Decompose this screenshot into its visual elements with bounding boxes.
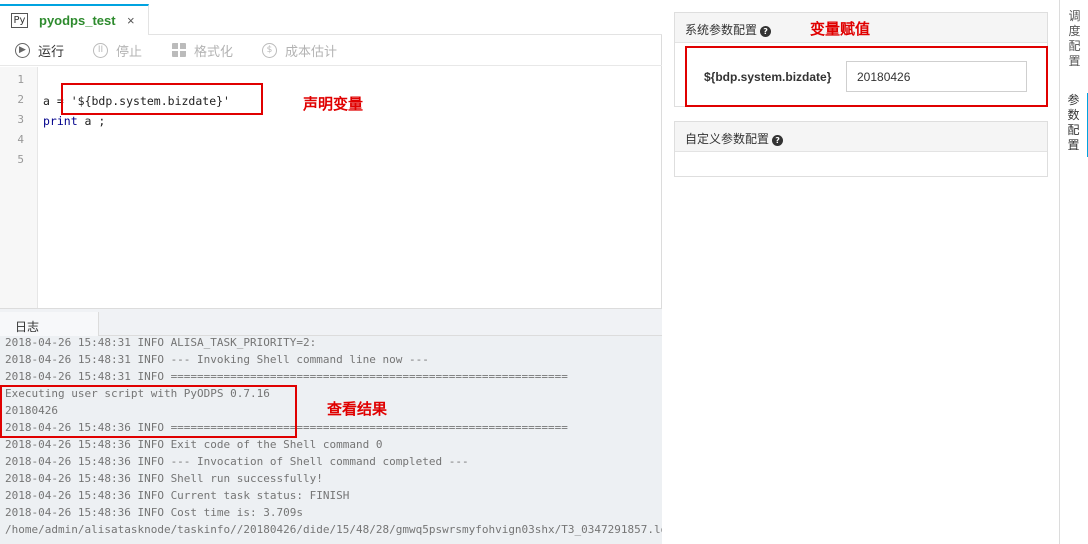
log-line: 2018-04-26 15:48:36 INFO Exit code of th… bbox=[5, 438, 383, 451]
line-number: 4 bbox=[17, 133, 24, 146]
code-variable: a bbox=[43, 94, 50, 108]
log-line: 2018-04-26 15:48:36 INFO --- Invocation … bbox=[5, 455, 469, 468]
stop-button[interactable]: II 停止 bbox=[93, 41, 142, 59]
line-number-gutter: 1 2 3 4 5 bbox=[0, 67, 38, 308]
tab-schedule-config[interactable]: 调度配置 bbox=[1060, 9, 1088, 73]
pause-icon: II bbox=[93, 42, 108, 58]
currency-icon: $ bbox=[262, 42, 277, 58]
custom-params-card: 自定义参数配置? bbox=[674, 121, 1048, 177]
run-label: 运行 bbox=[38, 43, 65, 59]
file-tab-title: pyodps_test bbox=[39, 13, 116, 28]
tab-param-config[interactable]: 参数配置 bbox=[1060, 93, 1088, 157]
log-line: 2018-04-26 15:48:31 INFO ALISA_TASK_PRIO… bbox=[5, 336, 317, 349]
line-number: 5 bbox=[17, 153, 24, 166]
log-line: /home/admin/alisatasknode/taskinfo//2018… bbox=[5, 523, 662, 536]
log-line: 2018-04-26 15:48:36 INFO Shell run succe… bbox=[5, 472, 323, 485]
editor-toolbar: ▶ 运行 II 停止 格式化 $ 成本估计 bbox=[0, 35, 662, 66]
help-icon[interactable]: ? bbox=[760, 26, 772, 37]
log-tabbar: 日志 bbox=[0, 308, 662, 337]
format-button[interactable]: 格式化 bbox=[172, 41, 233, 59]
play-icon: ▶ bbox=[15, 42, 30, 58]
assign-highlight-box bbox=[685, 46, 1048, 107]
line-number: 3 bbox=[17, 113, 24, 126]
close-icon[interactable]: × bbox=[127, 13, 135, 28]
python-file-icon: Py bbox=[11, 13, 28, 28]
result-highlight-box bbox=[0, 385, 297, 438]
system-params-title: 系统参数配置 bbox=[685, 23, 758, 37]
code-text: a ; bbox=[77, 114, 106, 128]
tab-log[interactable]: 日志 bbox=[0, 312, 99, 337]
custom-params-header: 自定义参数配置? bbox=[675, 122, 1047, 152]
custom-params-title: 自定义参数配置 bbox=[685, 132, 770, 146]
annotation-view-result: 查看结果 bbox=[327, 400, 388, 418]
line-number: 2 bbox=[17, 93, 24, 106]
file-tab-pyodps-test[interactable]: Py pyodps_test × bbox=[0, 4, 149, 35]
annotation-assign: 变量赋值 bbox=[810, 20, 871, 38]
code-line-3: print a ; bbox=[43, 114, 105, 128]
cost-estimate-button[interactable]: $ 成本估计 bbox=[262, 41, 337, 59]
annotation-declare: 声明变量 bbox=[303, 95, 364, 113]
help-icon[interactable]: ? bbox=[772, 135, 784, 146]
side-tab-strip: 调度配置 参数配置 bbox=[1059, 0, 1088, 544]
format-label: 格式化 bbox=[194, 43, 234, 59]
editor-panel: Py pyodps_test × ▶ 运行 II 停止 格式化 $ 成本估计 1… bbox=[0, 0, 662, 544]
stop-label: 停止 bbox=[116, 43, 143, 59]
log-line: 2018-04-26 15:48:36 INFO Cost time is: 3… bbox=[5, 506, 304, 519]
code-keyword: print bbox=[43, 114, 78, 128]
grid-icon bbox=[172, 43, 186, 57]
log-line: 2018-04-26 15:48:36 INFO Current task st… bbox=[5, 489, 350, 502]
run-button[interactable]: ▶ 运行 bbox=[15, 41, 64, 59]
log-line: 2018-04-26 15:48:31 INFO --- Invoking Sh… bbox=[5, 353, 429, 366]
declare-highlight-box bbox=[61, 83, 263, 115]
line-number: 1 bbox=[17, 73, 24, 86]
file-tabbar: Py pyodps_test × bbox=[0, 0, 662, 35]
log-line: 2018-04-26 15:48:31 INFO ===============… bbox=[5, 370, 568, 383]
log-output[interactable]: 2018-04-26 15:48:31 INFO ALISA_TASK_PRIO… bbox=[0, 336, 662, 544]
cost-estimate-label: 成本估计 bbox=[285, 43, 338, 59]
